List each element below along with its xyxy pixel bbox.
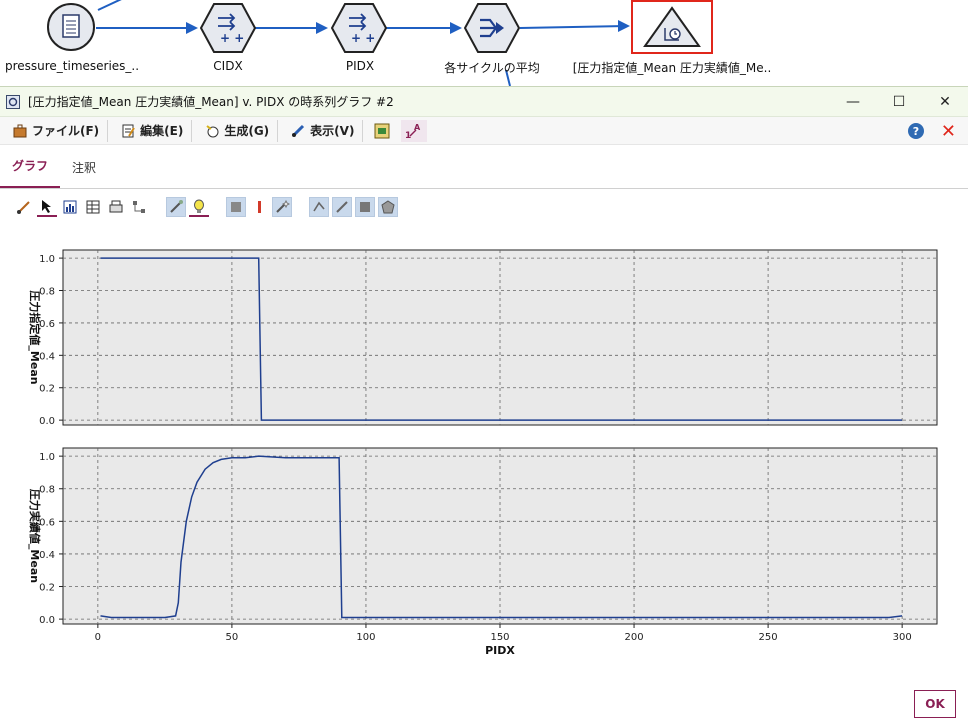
node-label-cycle-average: 各サイクルの平均: [444, 61, 540, 75]
square-icon[interactable]: [226, 197, 246, 217]
chart-options-icon[interactable]: [60, 197, 80, 217]
close-window-button[interactable]: ✕: [922, 87, 968, 117]
magic-pointer-icon[interactable]: [166, 197, 186, 217]
chart-svg: 0.00.20.40.60.81.0圧力指定値_Mean0.00.20.40.6…: [28, 249, 938, 657]
node-label-pidx: PIDX: [345, 59, 375, 73]
edit-icon: [120, 123, 136, 139]
generate-icon: [204, 123, 220, 139]
hierarchy-icon[interactable]: [129, 197, 149, 217]
line-icon[interactable]: [332, 197, 352, 217]
red-bar-icon[interactable]: [249, 197, 269, 217]
y-tick-label: 0.0: [39, 416, 55, 427]
polygon-icon[interactable]: [378, 197, 398, 217]
derive-icon: + +: [199, 3, 257, 53]
table-icon[interactable]: [83, 197, 103, 217]
menu-bar: ファイル(F) 編集(E) 生成(G) 表示(V) 1A: [0, 117, 968, 145]
x-tick-label: 150: [490, 632, 509, 643]
node-pidx[interactable]: + +: [330, 2, 388, 58]
plot-panel-1: 0.00.20.40.60.81.0圧力指定値_Mean: [28, 249, 938, 427]
lightbulb-icon[interactable]: [189, 197, 209, 217]
connect-points-icon[interactable]: [309, 197, 329, 217]
maximize-button[interactable]: ☐: [876, 87, 922, 117]
stream-canvas: pressure_timeseries_.. + + CIDX + + PIDX…: [0, 0, 968, 86]
x-tick-label: 250: [759, 632, 778, 643]
sort-icon[interactable]: 1A: [401, 119, 428, 142]
derive-icon: + +: [330, 3, 388, 53]
pointer-icon[interactable]: [37, 197, 57, 217]
x-tick-label: 300: [893, 632, 912, 643]
time-plot-icon: [643, 6, 701, 47]
x-tick-label: 100: [356, 632, 375, 643]
menu-generate-label: 生成(G): [224, 124, 270, 138]
view-icon: [290, 123, 306, 139]
y-axis-label: 圧力指定値_Mean: [28, 290, 42, 384]
data-file-icon: [47, 3, 95, 51]
menu-generate[interactable]: 生成(G): [196, 119, 279, 142]
menu-edit-label: 編集(E): [140, 124, 184, 138]
svg-text:+ +: + +: [351, 31, 375, 45]
time-plot-window-icon: [6, 94, 20, 109]
tab-bar: グラフ 注釈: [0, 145, 968, 189]
node-label-pressure-timeseries: pressure_timeseries_..: [4, 59, 140, 73]
node-cidx[interactable]: + +: [199, 2, 257, 58]
node-pressure-timeseries[interactable]: [46, 2, 96, 56]
print-icon[interactable]: [106, 197, 126, 217]
wand-icon[interactable]: [272, 197, 292, 217]
x-tick-label: 0: [95, 632, 101, 643]
menu-view-label: 表示(V): [310, 124, 355, 138]
menu-file-label: ファイル(F): [32, 124, 100, 138]
y-tick-label: 0.2: [39, 384, 55, 395]
dialog-titlebar[interactable]: [圧力指定値_Mean 圧力実績値_Mean] v. PIDX の時系列グラフ …: [0, 87, 968, 117]
close-icon[interactable]: ✕: [941, 121, 956, 142]
menu-file[interactable]: ファイル(F): [4, 119, 109, 142]
aggregate-icon: [463, 3, 521, 53]
node-label-cidx: CIDX: [213, 59, 243, 73]
x-tick-label: 200: [625, 632, 644, 643]
node-label-time-plot: [圧力指定値_Mean 圧力実績値_Me..: [572, 61, 772, 75]
y-tick-label: 1.0: [39, 254, 55, 265]
minimize-button[interactable]: —: [830, 87, 876, 117]
x-tick-label: 50: [226, 632, 239, 643]
time-plot-dialog: [圧力指定値_Mean 圧力実績値_Mean] v. PIDX の時系列グラフ …: [0, 86, 968, 728]
node-time-plot[interactable]: [631, 0, 713, 54]
tab-annotation[interactable]: 注釈: [60, 159, 108, 188]
help-icon[interactable]: ?: [908, 123, 924, 139]
y-tick-label: 0.2: [39, 583, 55, 594]
ok-button[interactable]: OK: [914, 690, 956, 718]
export-icon[interactable]: [369, 120, 395, 142]
node-cycle-average[interactable]: [463, 2, 521, 58]
svg-text:+ +: + +: [220, 31, 244, 45]
y-axis-label: 圧力実績値_Mean: [28, 489, 42, 583]
menu-edit[interactable]: 編集(E): [112, 119, 193, 142]
region-icon[interactable]: [355, 197, 375, 217]
menu-view[interactable]: 表示(V): [282, 119, 364, 142]
y-tick-label: 1.0: [39, 452, 55, 463]
y-tick-label: 0.0: [39, 615, 55, 626]
plot-panel-2: 0.00.20.40.60.81.0圧力実績値_Mean0 50 100 150 200…: [28, 447, 938, 657]
dialog-title: [圧力指定値_Mean 圧力実績値_Mean] v. PIDX の時系列グラフ …: [28, 95, 394, 109]
time-plot-chart: 0.0 0.2 0.4 0.6 0.8 1.0 圧力指定値_Mean 0.0 0.2 0.4 0.6…: [0, 227, 968, 667]
paintbrush-icon[interactable]: [14, 197, 34, 217]
tab-graph[interactable]: グラフ: [0, 157, 61, 188]
graph-toolbar: [0, 189, 968, 225]
briefcase-icon: [12, 123, 28, 139]
x-axis-label: PIDX: [485, 644, 515, 657]
